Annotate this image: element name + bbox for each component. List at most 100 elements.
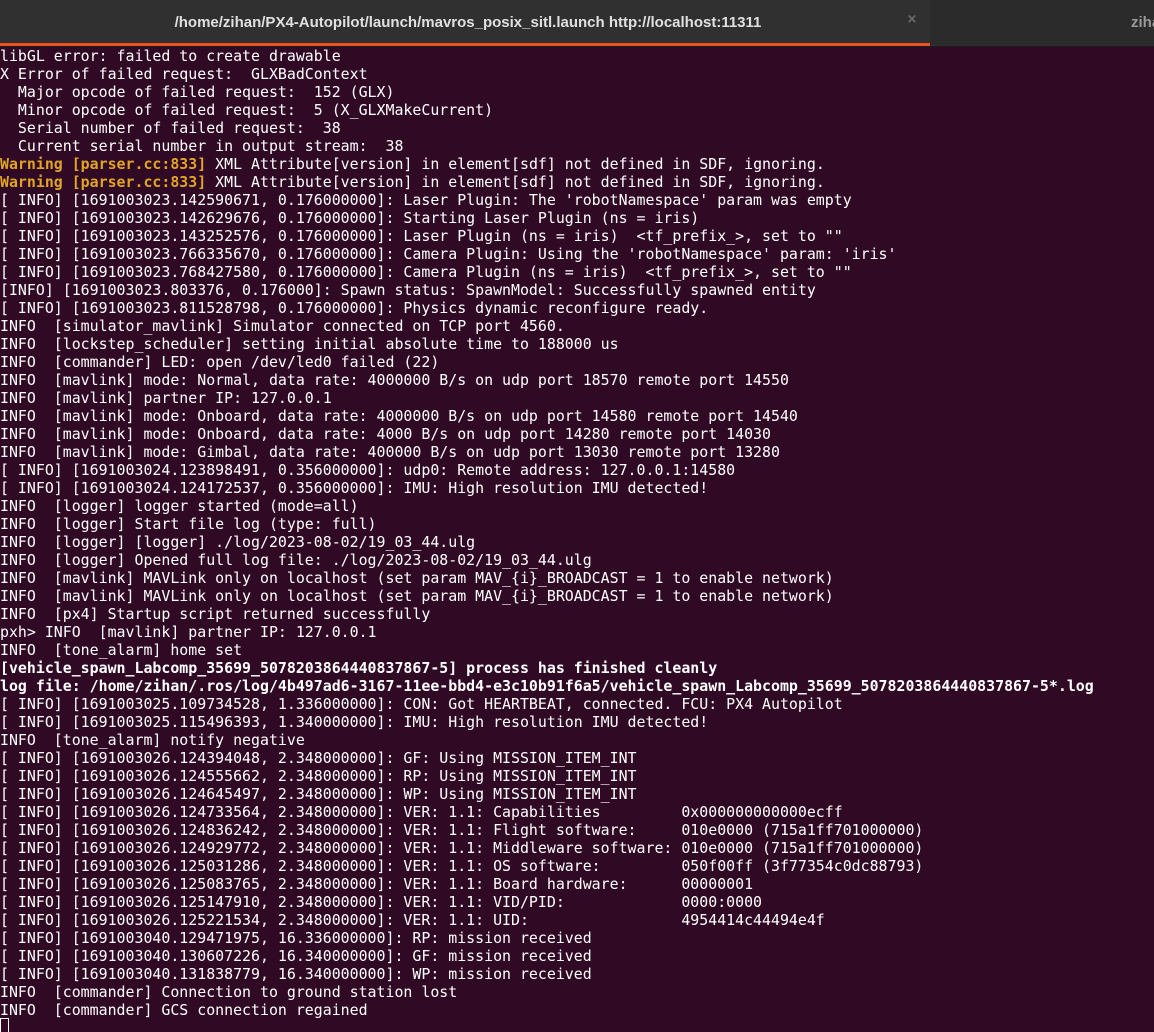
terminal-line: INFO [mavlink] partner IP: 127.0.0.1 — [0, 389, 332, 407]
terminal-line-text: X Error of failed request: GLXBadContext — [0, 65, 368, 83]
terminal-line-text: INFO [tone_alarm] notify negative — [0, 731, 305, 749]
terminal-line: INFO [commander] GCS connection regained — [0, 1001, 368, 1019]
terminal-line: [vehicle_spawn_Labcomp_35699_50782038644… — [0, 659, 717, 677]
terminal-line-text: XML Attribute[version] in element[sdf] n… — [206, 173, 825, 191]
terminal-line-text: [ INFO] [1691003026.124929772, 2.3480000… — [0, 839, 924, 857]
terminal-line: INFO [mavlink] mode: Onboard, data rate:… — [0, 425, 771, 443]
terminal-line-text: [ INFO] [1691003026.124645497, 2.3480000… — [0, 785, 637, 803]
terminal-line-text: [ INFO] [1691003024.123898491, 0.3560000… — [0, 461, 736, 479]
warning-tag: Warning [parser.cc:833] — [0, 173, 207, 191]
terminal-line-text: [vehicle_spawn_Labcomp_35699_50782038644… — [0, 659, 718, 677]
terminal-line: INFO [tone_alarm] home set — [0, 641, 242, 659]
terminal-line: INFO [commander] Connection to ground st… — [0, 983, 457, 1001]
terminal-line-text: [ INFO] [1691003025.109734528, 1.3360000… — [0, 695, 843, 713]
terminal-line: pxh> INFO [mavlink] partner IP: 127.0.0.… — [0, 623, 377, 641]
terminal-line-text: [ INFO] [1691003040.129471975, 16.336000… — [0, 929, 592, 947]
terminal-line-text: INFO [logger] [logger] ./log/2023-08-02/… — [0, 533, 476, 551]
terminal-line-text: INFO [tone_alarm] home set — [0, 641, 243, 659]
terminal-line-text: [ INFO] [1691003023.811528798, 0.1760000… — [0, 299, 709, 317]
terminal-line: INFO [logger] Opened full log file: ./lo… — [0, 551, 592, 569]
close-icon[interactable]: × — [905, 13, 919, 27]
terminal-line: [ INFO] [1691003024.123898491, 0.3560000… — [0, 461, 735, 479]
terminal-line-text: [ INFO] [1691003025.115496393, 1.3400000… — [0, 713, 709, 731]
terminal-line-text: INFO [mavlink] partner IP: 127.0.0.1 — [0, 389, 332, 407]
terminal-line: INFO [mavlink] MAVLink only on localhost… — [0, 569, 834, 587]
terminal-line-text: [ INFO] [1691003026.124555662, 2.3480000… — [0, 767, 637, 785]
terminal-line-text: [INFO] [1691003023.803376, 0.176000]: Sp… — [0, 281, 816, 299]
terminal-line-text: libGL error: failed to create drawable — [0, 47, 341, 65]
terminal-line-text: [ INFO] [1691003026.125083765, 2.3480000… — [0, 875, 754, 893]
terminal-line-text: [ INFO] [1691003026.125147910, 2.3480000… — [0, 893, 763, 911]
tab-inactive[interactable]: ziha — [1131, 0, 1154, 44]
terminal-line: INFO [lockstep_scheduler] setting initia… — [0, 335, 619, 353]
terminal-line-text: [ INFO] [1691003026.124733564, 2.3480000… — [0, 803, 843, 821]
terminal-line: [ INFO] [1691003026.124929772, 2.3480000… — [0, 839, 923, 857]
tab-bar: /home/zihan/PX4-Autopilot/launch/mavros_… — [0, 0, 1154, 47]
terminal-line-text: INFO [simulator_mavlink] Simulator conne… — [0, 317, 565, 335]
terminal-line: INFO [commander] LED: open /dev/led0 fai… — [0, 353, 439, 371]
terminal-line: [ INFO] [1691003025.109734528, 1.3360000… — [0, 695, 843, 713]
terminal-output[interactable]: libGL error: failed to create drawable X … — [0, 46, 1154, 1032]
terminal-line-text: INFO [mavlink] mode: Normal, data rate: … — [0, 371, 789, 389]
terminal-line-text: [ INFO] [1691003024.124172537, 0.3560000… — [0, 479, 709, 497]
terminal-line-text: [ INFO] [1691003026.125031286, 2.3480000… — [0, 857, 924, 875]
terminal-line: INFO [mavlink] mode: Onboard, data rate:… — [0, 407, 798, 425]
terminal-line: [ INFO] [1691003040.131838779, 16.340000… — [0, 965, 592, 983]
terminal-line: [ INFO] [1691003040.130607226, 16.340000… — [0, 947, 592, 965]
terminal-line: [INFO] [1691003023.803376, 0.176000]: Sp… — [0, 281, 816, 299]
terminal-line-text: [ INFO] [1691003023.766335670, 0.1760000… — [0, 245, 897, 263]
terminal-line: INFO [logger] Start file log (type: full… — [0, 515, 377, 533]
terminal-line: INFO [logger] [logger] ./log/2023-08-02/… — [0, 533, 475, 551]
terminal-line-text: Serial number of failed request: 38 — [0, 119, 341, 137]
terminal-line-text: Current serial number in output stream: … — [0, 137, 404, 155]
terminal-line-text: [ INFO] [1691003023.768427580, 0.1760000… — [0, 263, 852, 281]
terminal-line-text: INFO [mavlink] MAVLink only on localhost… — [0, 587, 834, 605]
terminal-line-text: [ INFO] [1691003026.124836242, 2.3480000… — [0, 821, 924, 839]
tab-title: /home/zihan/PX4-Autopilot/launch/mavros_… — [174, 13, 762, 31]
terminal-line: [ INFO] [1691003026.125031286, 2.3480000… — [0, 857, 923, 875]
terminal-line-text: INFO [commander] Connection to ground st… — [0, 983, 458, 1001]
terminal-line: X Error of failed request: GLXBadContext — [0, 65, 368, 83]
terminal-line: [ INFO] [1691003026.124394048, 2.3480000… — [0, 749, 637, 767]
terminal-line-text: INFO [logger] Start file log (type: full… — [0, 515, 377, 533]
terminal-line: INFO [simulator_mavlink] Simulator conne… — [0, 317, 565, 335]
warning-tag: Warning [parser.cc:833] — [0, 155, 207, 173]
terminal-line: INFO [px4] Startup script returned succe… — [0, 605, 430, 623]
terminal-line-text: [ INFO] [1691003026.125221534, 2.3480000… — [0, 911, 825, 929]
terminal-line-text: [ INFO] [1691003026.124394048, 2.3480000… — [0, 749, 637, 767]
terminal-line-text: pxh> INFO [mavlink] partner IP: 127.0.0.… — [0, 623, 377, 641]
terminal-window: /home/zihan/PX4-Autopilot/launch/mavros_… — [0, 0, 1154, 1032]
terminal-line-text: INFO [logger] Opened full log file: ./lo… — [0, 551, 592, 569]
terminal-line-text: [ INFO] [1691003040.130607226, 16.340000… — [0, 947, 592, 965]
terminal-line-text: INFO [lockstep_scheduler] setting initia… — [0, 335, 619, 353]
terminal-line: [ INFO] [1691003026.124733564, 2.3480000… — [0, 803, 843, 821]
terminal-line-text: [ INFO] [1691003023.143252576, 0.1760000… — [0, 227, 843, 245]
terminal-line-text: [ INFO] [1691003040.131838779, 16.340000… — [0, 965, 592, 983]
terminal-line: Major opcode of failed request: 152 (GLX… — [0, 83, 395, 101]
terminal-line: log file: /home/zihan/.ros/log/4b497ad6-… — [0, 677, 1094, 695]
terminal-line: [ INFO] [1691003025.115496393, 1.3400000… — [0, 713, 708, 731]
tab-title: ziha — [1131, 13, 1154, 31]
terminal-line: [ INFO] [1691003026.124836242, 2.3480000… — [0, 821, 923, 839]
terminal-line-text: log file: /home/zihan/.ros/log/4b497ad6-… — [0, 677, 1094, 695]
terminal-line: Current serial number in output stream: … — [0, 137, 404, 155]
tab-active[interactable]: /home/zihan/PX4-Autopilot/launch/mavros_… — [0, 0, 930, 46]
terminal-line: INFO [mavlink] MAVLink only on localhost… — [0, 587, 834, 605]
terminal-line-text: INFO [mavlink] mode: Onboard, data rate:… — [0, 425, 771, 443]
terminal-line: libGL error: failed to create drawable — [0, 47, 341, 65]
terminal-line: [ INFO] [1691003026.124645497, 2.3480000… — [0, 785, 637, 803]
terminal-line: [ INFO] [1691003024.124172537, 0.3560000… — [0, 479, 708, 497]
terminal-line: [ INFO] [1691003040.129471975, 16.336000… — [0, 929, 592, 947]
terminal-line: [ INFO] [1691003023.766335670, 0.1760000… — [0, 245, 897, 263]
terminal-line-text: INFO [mavlink] MAVLink only on localhost… — [0, 569, 834, 587]
terminal-line-text: INFO [mavlink] mode: Onboard, data rate:… — [0, 407, 798, 425]
terminal-line-text: INFO [commander] LED: open /dev/led0 fai… — [0, 353, 440, 371]
terminal-line: [ INFO] [1691003026.125147910, 2.3480000… — [0, 893, 762, 911]
terminal-line: Warning [parser.cc:833] XML Attribute[ve… — [0, 155, 825, 173]
terminal-line-text: [ INFO] [1691003023.142629676, 0.1760000… — [0, 209, 700, 227]
terminal-line: [ INFO] [1691003026.125083765, 2.3480000… — [0, 875, 753, 893]
terminal-line: INFO [mavlink] mode: Gimbal, data rate: … — [0, 443, 780, 461]
terminal-line: INFO [logger] logger started (mode=all) — [0, 497, 359, 515]
terminal-line: INFO [mavlink] mode: Normal, data rate: … — [0, 371, 789, 389]
terminal-line: [ INFO] [1691003023.143252576, 0.1760000… — [0, 227, 843, 245]
